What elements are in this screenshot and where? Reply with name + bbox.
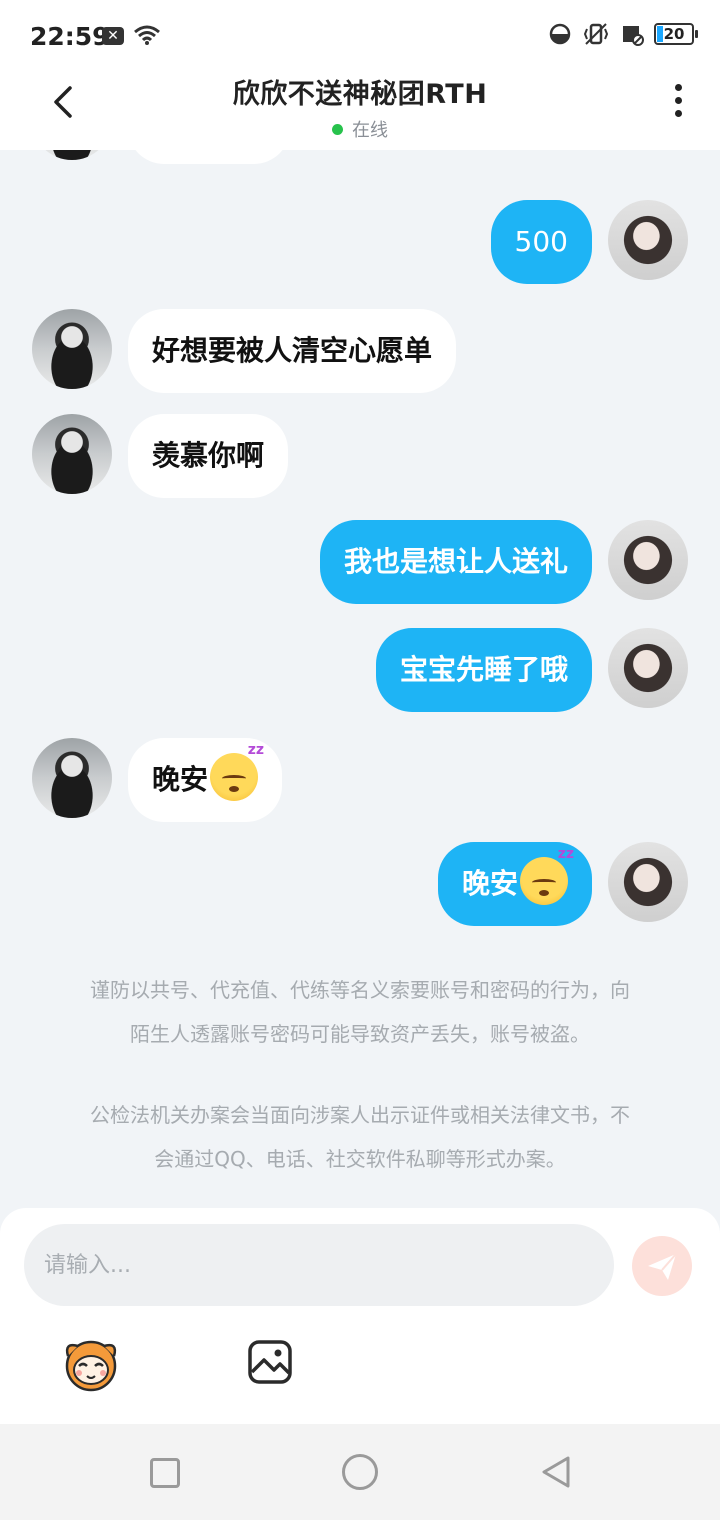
contact-avatar[interactable]: [32, 150, 112, 160]
contact-avatar[interactable]: [32, 414, 112, 494]
sleeping-face-emoji-icon: zz: [210, 743, 264, 801]
status-time: 22:59: [30, 22, 110, 51]
more-options-icon[interactable]: [672, 84, 684, 124]
image-picker-icon[interactable]: [248, 1340, 292, 1384]
back-triangle-icon[interactable]: [538, 1454, 574, 1490]
presence-label: 在线: [352, 120, 388, 141]
wifi-icon: [134, 25, 160, 45]
message-bubble-partial: [128, 150, 290, 164]
close-notification-icon: ✕: [102, 27, 124, 45]
chat-title: 欣欣不送神秘团RTH: [232, 79, 488, 110]
contact-avatar[interactable]: [32, 738, 112, 818]
chat-header: 欣欣不送神秘团RTH 在线: [0, 72, 720, 150]
my-avatar[interactable]: [608, 200, 688, 280]
message-bubble[interactable]: 羡慕你啊: [128, 414, 289, 498]
message-bubble[interactable]: 晚安 zz: [128, 738, 283, 822]
legal-notice: 公检法机关办案会当面向涉案人出示证件或相关法律文书，不 会通过QQ、电话、社交软…: [40, 1093, 680, 1181]
presence-status: 在线: [0, 116, 720, 142]
notice-line: 公检法机关办案会当面向涉案人出示证件或相关法律文书，不: [90, 1103, 630, 1127]
home-icon[interactable]: [342, 1454, 378, 1490]
security-notice: 谨防以共号、代充值、代练等名义索要账号和密码的行为，向 陌生人透露账号密码可能导…: [40, 968, 680, 1056]
my-avatar[interactable]: [608, 520, 688, 600]
contact-avatar[interactable]: [32, 309, 112, 389]
send-button[interactable]: [632, 1236, 692, 1296]
my-avatar[interactable]: [608, 628, 688, 708]
message-bubble[interactable]: 500: [490, 200, 592, 284]
online-dot-icon: [332, 124, 343, 135]
message-bubble[interactable]: 好想要被人清空心愿单: [128, 309, 457, 393]
status-bar: 22:59 ✕ 20: [0, 0, 720, 72]
notice-line: 陌生人透露账号密码可能导致资产丢失，账号被盗。: [130, 1022, 590, 1046]
message-text: 晚安: [461, 867, 518, 900]
vibrate-icon: [583, 23, 609, 45]
sleeping-face-emoji-icon: zz: [520, 847, 574, 905]
system-navigation-bar: [0, 1424, 720, 1520]
data-saver-icon: [549, 23, 571, 45]
battery-icon: 20: [654, 23, 698, 45]
message-text: 晚安: [152, 763, 209, 796]
message-input[interactable]: [24, 1224, 614, 1306]
message-bubble[interactable]: 晚安 zz: [437, 842, 592, 926]
message-bubble[interactable]: 宝宝先睡了哦: [375, 628, 592, 712]
recent-apps-icon[interactable]: [150, 1458, 180, 1488]
my-avatar[interactable]: [608, 842, 688, 922]
emoji-zz: zz: [557, 846, 574, 862]
message-list[interactable]: 500 好想要被人清空心愿单 羡慕你啊 我也是想让人送礼 宝宝先睡了哦 晚安 zz…: [0, 150, 720, 1208]
emoji-zz: zz: [247, 742, 265, 758]
notice-line: 会通过QQ、电话、社交软件私聊等形式办案。: [154, 1147, 566, 1171]
composer: [0, 1208, 720, 1424]
message-input-box[interactable]: [24, 1224, 614, 1306]
sticker-mascot-icon[interactable]: [60, 1336, 122, 1392]
sim-off-icon: [623, 26, 644, 46]
notice-line: 谨防以共号、代充值、代练等名义索要账号和密码的行为，向: [90, 978, 630, 1002]
send-icon: [648, 1253, 677, 1280]
message-bubble[interactable]: 我也是想让人送礼: [319, 520, 592, 604]
